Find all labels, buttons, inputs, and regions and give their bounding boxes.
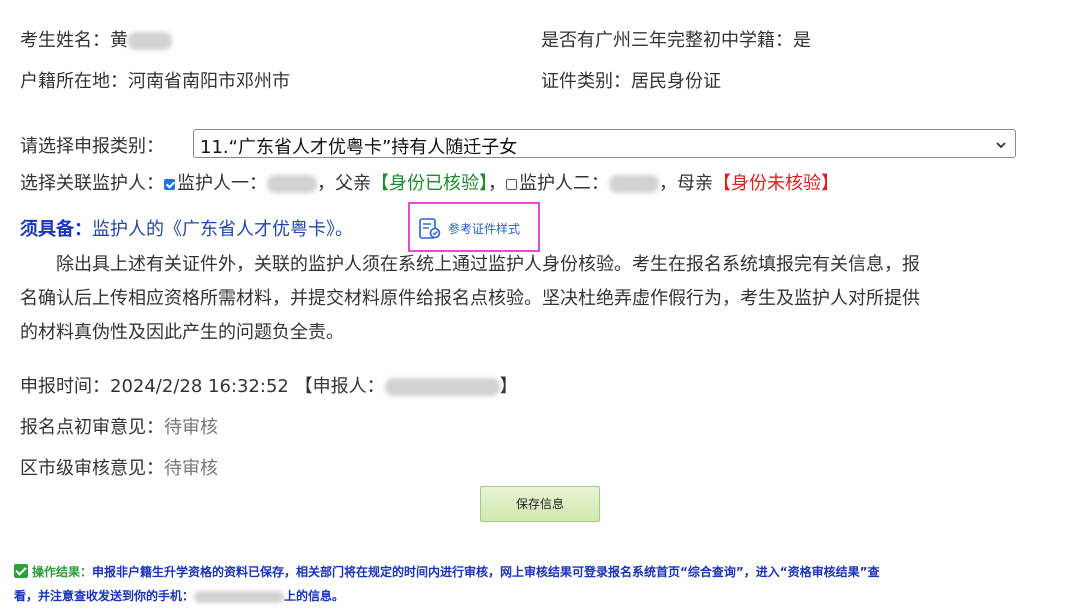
guardian2-relation: ，母亲: [659, 173, 713, 194]
name-label: 考生姓名：: [20, 30, 110, 51]
district-review-row: 区市级审核意见：待审核: [20, 454, 218, 480]
notice-line: 除出具上述有关证件外，关联的监护人须在系统上通过监护人身份核验。考生在报名系统填…: [20, 254, 920, 275]
required-row: 须具备：监护人的《广东省人才优粤卡》。: [20, 215, 353, 241]
result-line-2: 看，并注意查收发送到你的手机： 上的信息。: [14, 584, 880, 608]
guardian1-label: 监护人一：: [177, 173, 267, 194]
guardian2-name-redacted: [609, 175, 659, 193]
chevron-down-icon: [995, 136, 1007, 155]
notice-line: 的材料真伪性及因此产生的问题负全责。: [20, 322, 344, 343]
district-review-value: 待审核: [164, 458, 218, 479]
required-text: 监护人的《广东省人才优粤卡》。: [92, 219, 353, 240]
checkmark-icon: [14, 564, 28, 578]
category-selected-value: 11.“广东省人才优粤卡”持有人随迁子女: [200, 137, 518, 158]
notice-paragraph: 除出具上述有关证件外，关联的监护人须在系统上通过监护人身份核验。考生在报名系统填…: [20, 248, 1060, 350]
guardian1-name-redacted: [267, 175, 317, 193]
guardian2-label: 监护人二：: [519, 173, 609, 194]
guardians-label: 选择关联监护人：: [20, 173, 164, 194]
submitter-open: 【申报人：: [294, 376, 385, 397]
result-text-1: 申报非户籍生升学资格的资料已保存，相关部门将在规定的时间内进行审核，网上审核结果…: [92, 565, 880, 579]
result-text-2a: 看，并注意查收发送到你的手机：: [14, 589, 195, 603]
submission-row: 申报时间：2024/2/28 16:32:52 【申报人： 】: [20, 372, 518, 398]
guardian1-status: 【身份已核验】: [371, 173, 488, 194]
guardian1-checkbox[interactable]: [164, 179, 175, 190]
sample-document-button[interactable]: 参考证件样式: [408, 202, 540, 252]
sample-document-label: 参考证件样式: [448, 222, 521, 236]
operation-result: 操作结果：申报非户籍生升学资格的资料已保存，相关部门将在规定的时间内进行审核，网…: [14, 560, 880, 608]
district-review-label: 区市级审核意见：: [20, 458, 164, 479]
submitter-close: 】: [499, 376, 518, 397]
submission-time-label: 申报时间：: [20, 376, 110, 397]
guardians-row: 选择关联监护人： 监护人一： ，父亲【身份已核验】， 监护人二： ，母亲【身份未核验】: [20, 169, 839, 195]
save-button[interactable]: 保存信息: [480, 486, 600, 522]
result-line-1: 操作结果：申报非户籍生升学资格的资料已保存，相关部门将在规定的时间内进行审核，网…: [14, 560, 880, 584]
preliminary-review-value: 待审核: [164, 417, 218, 438]
submitter-redacted: [384, 378, 500, 396]
name-row: 考生姓名：黄: [20, 26, 172, 52]
result-title: 操作结果：: [32, 565, 93, 579]
result-text-2b: 上的信息。: [284, 589, 345, 603]
household-label: 户籍所在地：: [20, 71, 128, 92]
required-label: 须具备：: [20, 219, 92, 240]
category-select[interactable]: 11.“广东省人才优粤卡”持有人随迁子女: [193, 129, 1016, 158]
name-value-prefix: 黄: [110, 30, 128, 51]
submission-time-value: 2024/2/28 16:32:52: [110, 376, 289, 397]
category-label: 请选择申报类别：: [20, 136, 164, 157]
name-redacted: [128, 32, 172, 50]
document-certificate-icon: [418, 217, 442, 245]
household-value: 河南省南阳市邓州市: [128, 71, 290, 92]
id-type: 证件类别：居民身份证: [541, 71, 721, 92]
phone-redacted: [194, 590, 285, 603]
school-status: 是否有广州三年完整初中学籍：是: [541, 30, 811, 51]
preliminary-review-label: 报名点初审意见：: [20, 417, 164, 438]
guardian2-status: 【身份未核验】: [713, 173, 839, 194]
guardian-separator: ，: [488, 173, 506, 194]
preliminary-review-row: 报名点初审意见：待审核: [20, 413, 218, 439]
guardian2-checkbox[interactable]: [506, 179, 517, 190]
guardian1-relation: ，父亲: [317, 173, 371, 194]
household-row: 户籍所在地：河南省南阳市邓州市: [20, 67, 290, 93]
notice-line: 名确认后上传相应资格所需材料，并提交材料原件给报名点核验。坚决杜绝弄虚作假行为，…: [20, 288, 920, 309]
